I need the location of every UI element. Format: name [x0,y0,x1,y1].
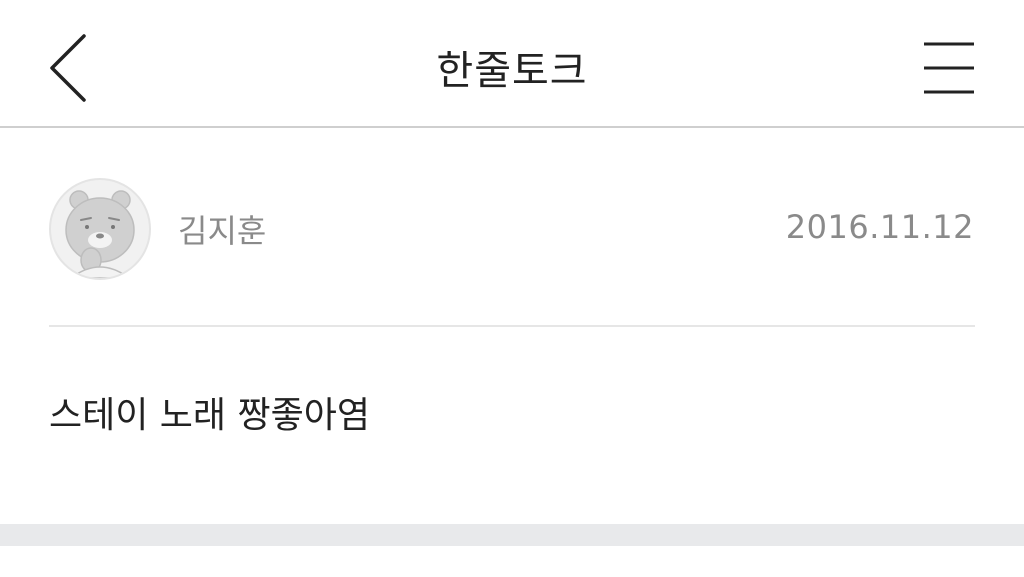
post-date: 2016.11.12 [785,208,974,246]
divider [49,325,975,327]
bear-character-icon [65,190,135,278]
author-name: 김지훈 [178,212,267,250]
section-separator [0,524,1024,546]
menu-button[interactable] [916,38,982,98]
post-message: 스테이 노래 짱좋아염 [49,395,370,436]
page-title: 한줄토크 [436,48,588,94]
avatar[interactable] [49,178,151,280]
top-bar: 한줄토크 [0,0,1024,128]
talk-screen: 한줄토크 김지훈 2016.11.12 스테이 노래 짱좋아염 [0,0,1024,577]
hamburger-menu-icon [924,42,974,94]
